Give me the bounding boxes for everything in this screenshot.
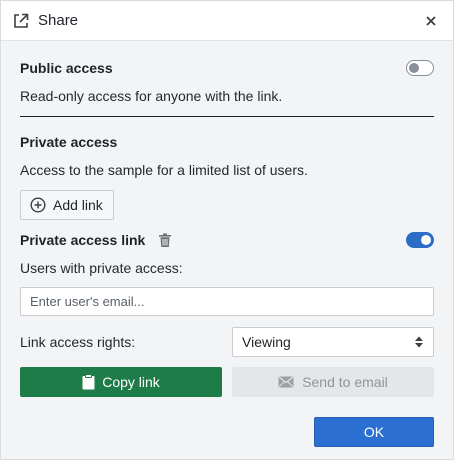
private-link-heading: Private access link [20, 232, 146, 248]
toggle-knob [409, 62, 419, 73]
dialog-content: Public access Read-only access for anyon… [1, 60, 453, 447]
send-to-email-button[interactable]: Send to email [232, 367, 434, 397]
copy-link-button[interactable]: Copy link [20, 367, 222, 397]
ok-label: OK [363, 424, 385, 440]
public-access-row: Public access [20, 60, 434, 76]
rights-label: Link access rights: [20, 334, 136, 350]
dialog-titlebar: Share [1, 1, 453, 41]
action-row: Copy link Send to email [20, 367, 434, 397]
users-label: Users with private access: [20, 260, 183, 276]
private-link-toggle[interactable] [406, 232, 434, 248]
ok-button[interactable]: OK [314, 417, 434, 447]
public-access-toggle[interactable] [406, 60, 434, 76]
external-link-icon [12, 12, 30, 30]
section-divider [20, 116, 434, 117]
send-to-email-label: Send to email [302, 374, 388, 390]
close-icon[interactable] [421, 11, 441, 31]
copy-link-label: Copy link [102, 374, 160, 390]
plus-circle-icon [30, 197, 46, 213]
private-link-row: Private access link [20, 232, 434, 248]
rights-select-value: Viewing [242, 334, 291, 350]
footer-row: OK [20, 417, 434, 447]
private-access-heading: Private access [20, 134, 118, 150]
public-access-description: Read-only access for anyone with the lin… [20, 88, 283, 104]
rights-select[interactable]: Viewing [232, 327, 434, 357]
toggle-knob [421, 234, 431, 245]
clipboard-icon [82, 374, 95, 390]
public-access-heading: Public access [20, 60, 113, 76]
rights-row: Link access rights: Viewing [20, 327, 434, 357]
add-link-button[interactable]: Add link [20, 190, 114, 220]
updown-arrows-icon [414, 335, 424, 349]
trash-icon[interactable] [158, 233, 172, 248]
add-link-label: Add link [53, 197, 103, 213]
dialog-title: Share [38, 12, 79, 29]
email-input[interactable] [20, 287, 434, 316]
envelope-icon [278, 376, 294, 388]
private-access-description: Access to the sample for a limited list … [20, 162, 308, 178]
share-dialog: Share Public access Read-only access for… [0, 0, 454, 460]
